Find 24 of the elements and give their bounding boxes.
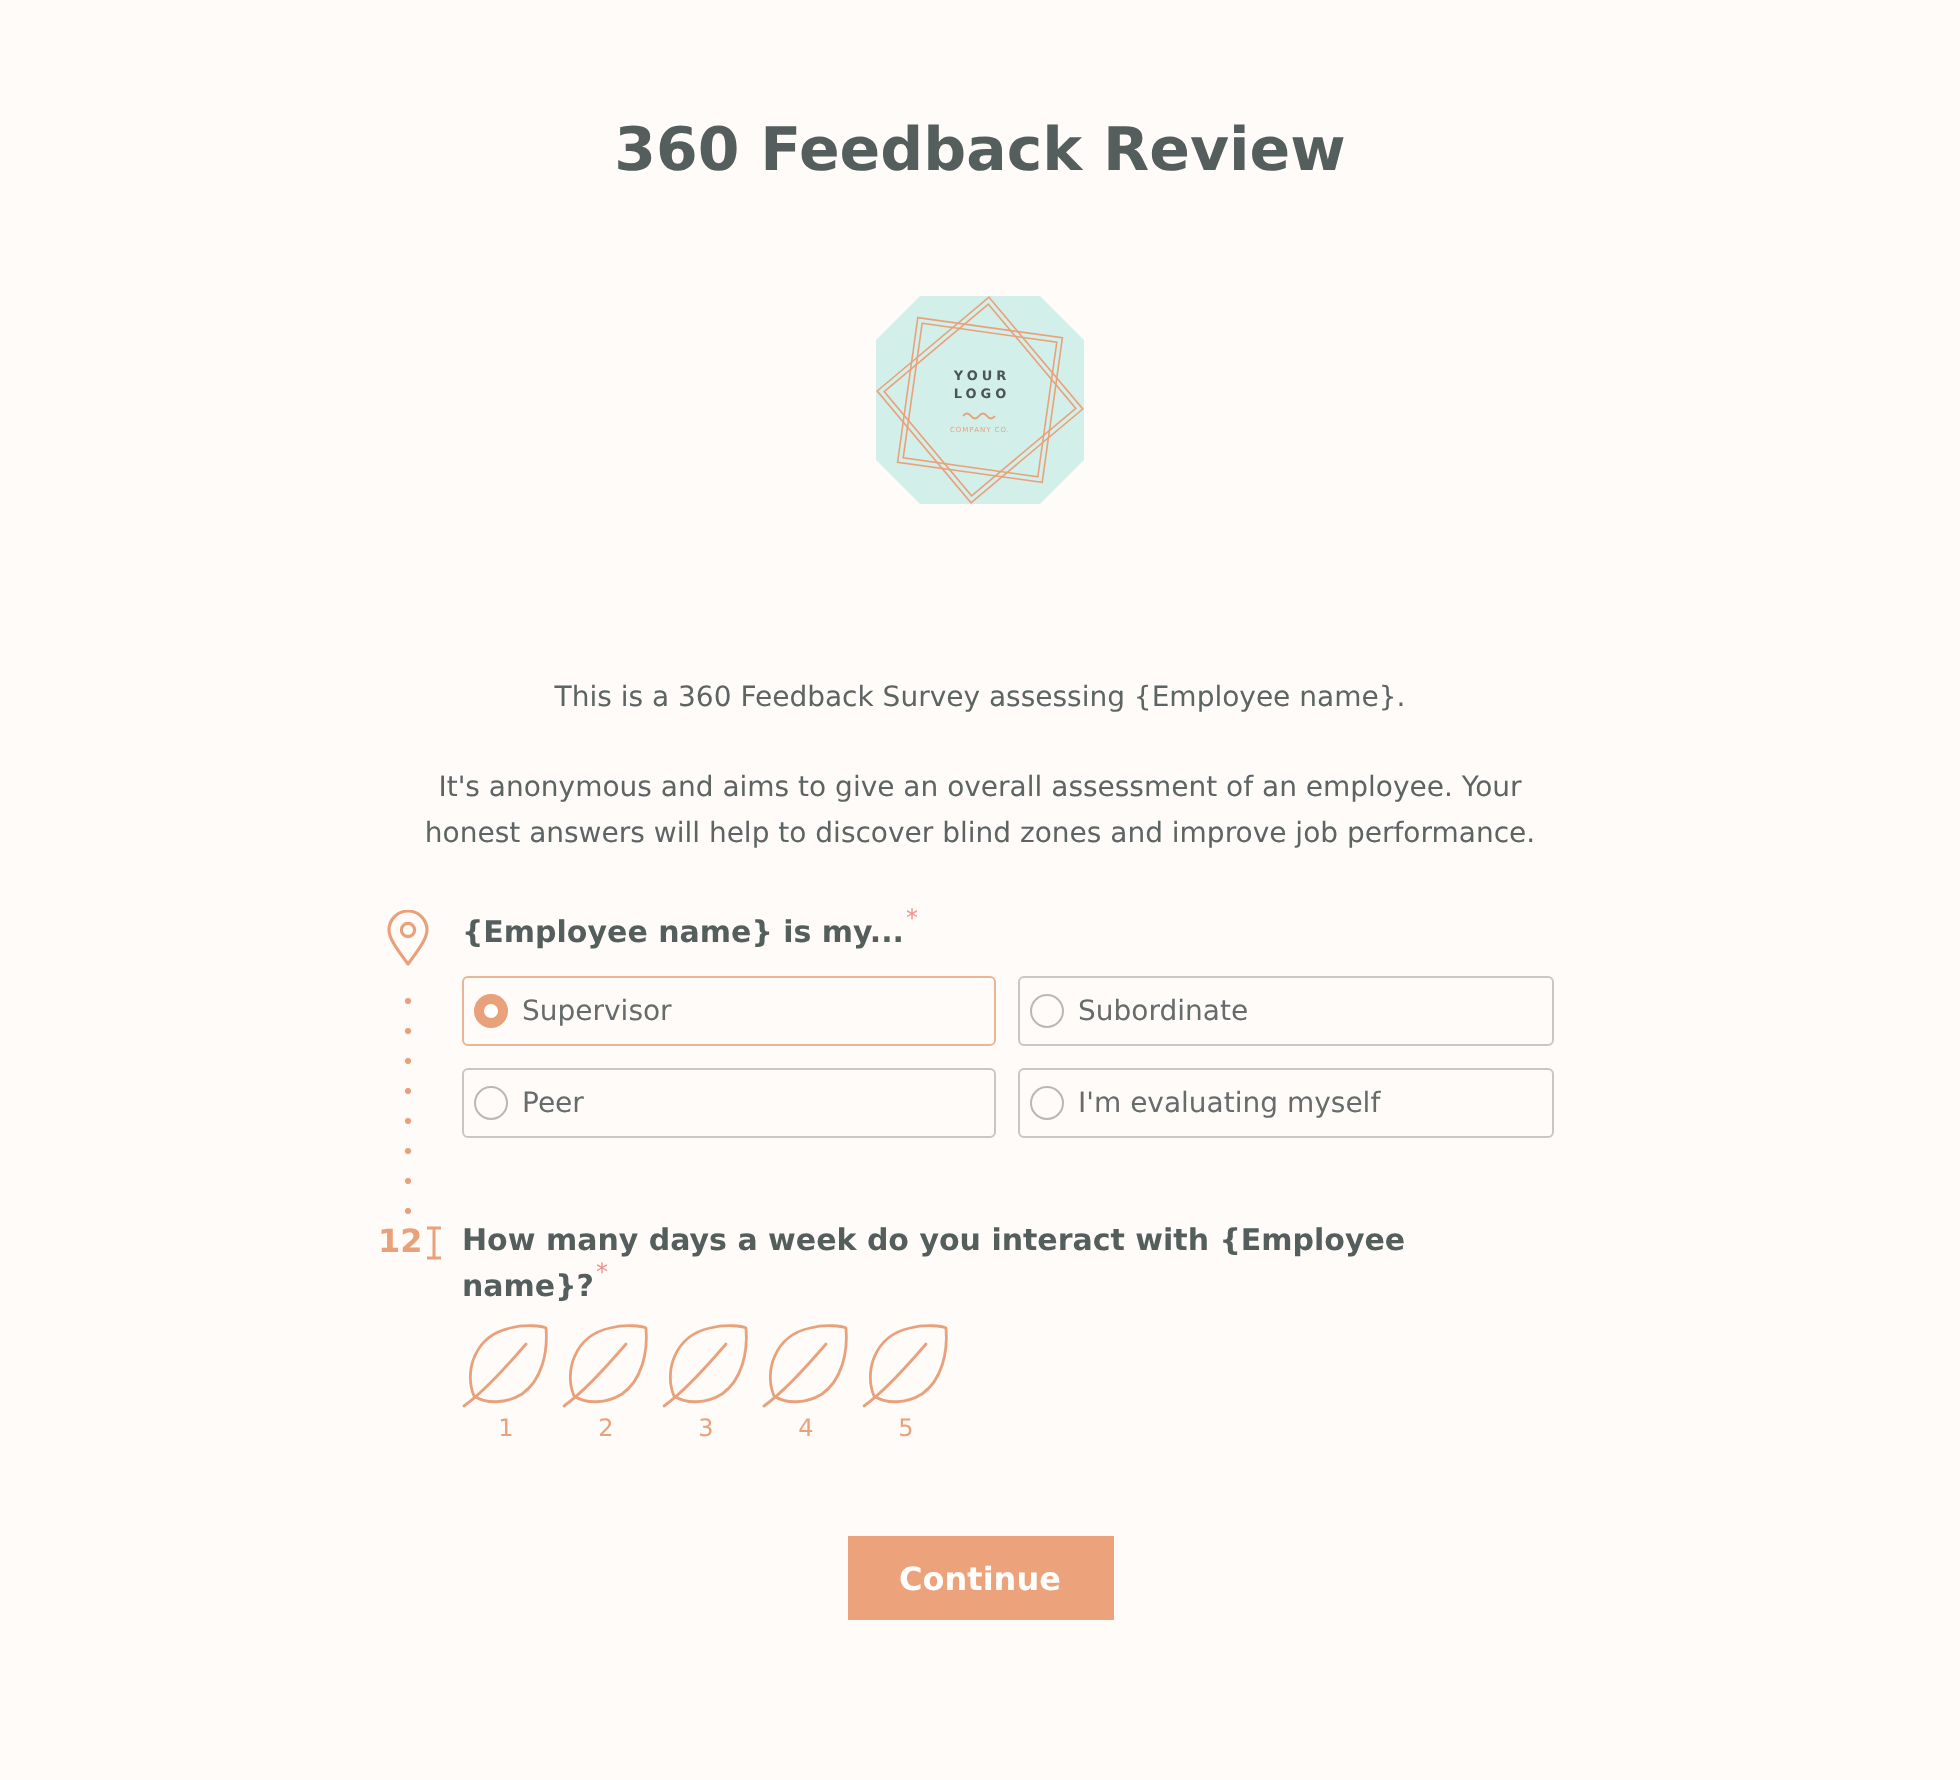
map-pin-icon	[386, 910, 430, 966]
rating-option[interactable]: 2	[562, 1320, 650, 1442]
rating-option[interactable]: 1	[462, 1320, 550, 1442]
question-title: How many days a week do you interact with {Employee name}?$^{*}$	[462, 1220, 1408, 1308]
leaf-icon	[862, 1320, 950, 1408]
radio-option[interactable]: Subordinate	[1018, 976, 1554, 1046]
number-label: 12	[378, 1222, 423, 1262]
intro-text: This is a 360 Feedback Survey assessing {Employee name}.	[552, 680, 1408, 718]
intro-text: It's anonymous and aims to give an overall assessment of an employee. Your honest answers will help to discover blind zones and improve job performance.	[422, 770, 1538, 854]
rating-option[interactable]: 4	[762, 1320, 850, 1442]
wave-icon	[962, 410, 998, 420]
leaf-icon	[762, 1320, 850, 1408]
leaf-icon	[562, 1320, 650, 1408]
radio-option[interactable]: Peer	[462, 1068, 996, 1138]
text-cursor-icon	[426, 1225, 443, 1259]
radio-option[interactable]: Supervisor	[462, 976, 996, 1046]
leaf-icon	[462, 1320, 550, 1408]
leaf-icon	[662, 1320, 750, 1408]
rating-option[interactable]: 3	[662, 1320, 750, 1442]
radio-option[interactable]: I'm evaluating myself	[1018, 1068, 1554, 1138]
page-title: 360 Feedback Review	[614, 114, 1346, 190]
rating-option[interactable]: 5	[862, 1320, 950, 1442]
question-title: {Employee name} is my...$^{*}$	[462, 910, 919, 954]
continue-button[interactable]: Continue	[847, 1536, 1113, 1620]
